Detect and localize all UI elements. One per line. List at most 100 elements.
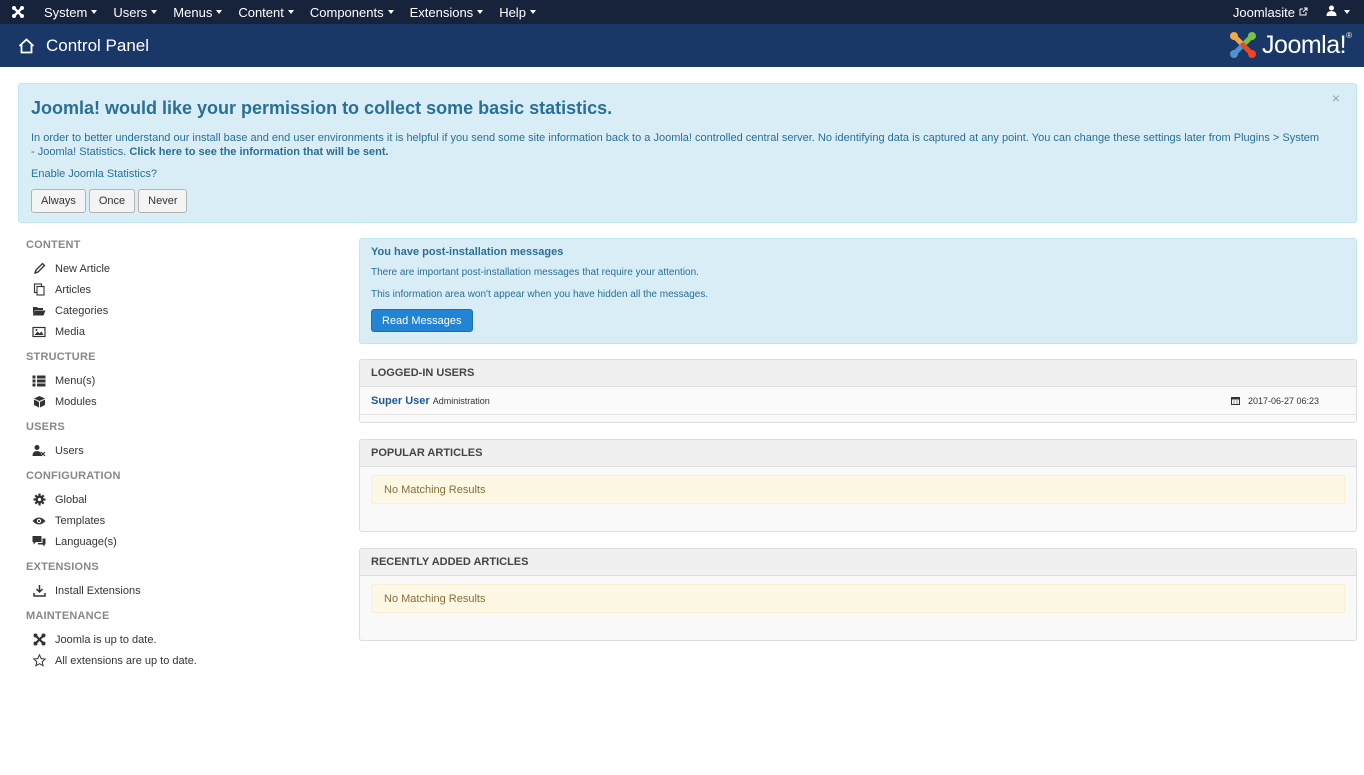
joomla-logo-icon xyxy=(1230,32,1257,58)
joomla-icon[interactable] xyxy=(0,0,36,24)
sidebar-heading: CONFIGURATION xyxy=(26,470,121,482)
sidebar-item-media[interactable]: Media xyxy=(26,321,326,342)
caret-down-icon xyxy=(529,10,536,14)
gear-icon xyxy=(32,493,46,507)
sidebar-item-label: Media xyxy=(55,325,85,338)
sidebar: CONTENT New Article Articles Categories … xyxy=(26,238,326,679)
menu-label: Components xyxy=(309,4,384,20)
sidebar-item-categories[interactable]: Categories xyxy=(26,300,326,321)
sidebar-item-label: Users xyxy=(55,444,84,457)
statistics-title: Joomla! would like your permission to co… xyxy=(31,98,613,118)
sidebar-item-global[interactable]: Global xyxy=(26,489,326,510)
site-label: Joomlasite xyxy=(1232,4,1295,20)
sidebar-item-label: Templates xyxy=(55,514,106,527)
joomla-icon xyxy=(32,633,46,647)
post-installation-title: You have post-installation messages xyxy=(371,246,564,258)
logged-in-users-panel: LOGGED-IN USERS Super User Administratio… xyxy=(359,359,1357,423)
folder-open-icon xyxy=(32,304,46,318)
caret-down-icon xyxy=(216,10,223,14)
sidebar-item-menus[interactable]: Menu(s) xyxy=(26,370,326,391)
registered-mark: ® xyxy=(1346,30,1352,40)
cube-icon xyxy=(32,395,46,409)
sidebar-group-extensions: EXTENSIONS Install Extensions xyxy=(26,560,326,601)
list-icon xyxy=(32,374,46,388)
once-button[interactable]: Once xyxy=(88,189,136,213)
caret-down-icon xyxy=(91,10,98,14)
never-button[interactable]: Never xyxy=(138,189,188,213)
statistics-body: In order to better understand our instal… xyxy=(31,131,1321,159)
sidebar-item-label: Language(s) xyxy=(55,535,117,548)
user-menu[interactable] xyxy=(1318,5,1364,19)
sidebar-heading: MAINTENANCE xyxy=(26,610,110,622)
users-icon xyxy=(32,444,46,458)
copy-icon xyxy=(32,283,46,297)
sidebar-group-content: CONTENT New Article Articles Categories … xyxy=(26,238,326,342)
always-button[interactable]: Always xyxy=(31,189,86,213)
login-date-text: 2017-06-27 06:23 xyxy=(1247,395,1319,406)
sidebar-item-articles[interactable]: Articles xyxy=(26,279,326,300)
menu-extensions[interactable]: Extensions xyxy=(402,0,492,24)
read-messages-button[interactable]: Read Messages xyxy=(371,309,473,332)
external-link-icon xyxy=(1299,7,1308,18)
sidebar-item-templates[interactable]: Templates xyxy=(26,510,326,531)
menu-label: System xyxy=(44,4,88,20)
caret-down-icon xyxy=(151,10,158,14)
sidebar-item-label: Categories xyxy=(55,304,109,317)
image-icon xyxy=(32,325,46,339)
comments-icon xyxy=(32,535,46,549)
user-name-link[interactable]: Super User xyxy=(371,395,430,407)
sidebar-group-users: USERS Users xyxy=(26,420,326,461)
caret-down-icon xyxy=(287,10,294,14)
sidebar-heading: EXTENSIONS xyxy=(26,561,99,573)
sidebar-item-new-article[interactable]: New Article xyxy=(26,258,326,279)
page-header: Control Panel Joomla! ® xyxy=(0,24,1364,67)
user-icon xyxy=(1326,5,1337,19)
caret-down-icon xyxy=(477,10,484,14)
user-role: Administration xyxy=(432,395,490,406)
menu-label: Help xyxy=(499,4,526,20)
close-icon[interactable]: × xyxy=(1332,90,1340,106)
menu-label: Users xyxy=(113,4,148,20)
sidebar-heading: CONTENT xyxy=(26,239,81,251)
home-icon xyxy=(18,37,36,55)
sidebar-item-languages[interactable]: Language(s) xyxy=(26,531,326,552)
brand-text: Joomla! xyxy=(1262,30,1347,59)
menu-help[interactable]: Help xyxy=(491,0,544,24)
sidebar-item-label: Modules xyxy=(55,395,97,408)
post-installation-line: This information area won't appear when … xyxy=(371,289,709,300)
sidebar-item-install-extensions[interactable]: Install Extensions xyxy=(26,580,326,601)
sidebar-item-users[interactable]: Users xyxy=(26,440,326,461)
site-link[interactable]: Joomlasite xyxy=(1223,5,1318,20)
sidebar-heading: USERS xyxy=(26,421,65,433)
menu-content[interactable]: Content xyxy=(230,0,302,24)
menu-system[interactable]: System xyxy=(36,0,105,24)
sidebar-group-structure: STRUCTURE Menu(s) Modules xyxy=(26,350,326,412)
sidebar-item-joomla-update[interactable]: Joomla is up to date. xyxy=(26,629,326,650)
menu-label: Extensions xyxy=(409,4,474,20)
sidebar-heading: STRUCTURE xyxy=(26,351,96,363)
top-navbar: System Users Menus Content Components Ex… xyxy=(0,0,1364,24)
statistics-info-link[interactable]: Click here to see the information that w… xyxy=(129,146,388,158)
menu-menus[interactable]: Menus xyxy=(165,0,230,24)
sidebar-group-configuration: CONFIGURATION Global Templates Language(… xyxy=(26,469,326,552)
caret-down-icon xyxy=(1344,10,1350,14)
menu-users[interactable]: Users xyxy=(105,0,165,24)
panel-heading: POPULAR ARTICLES xyxy=(360,440,1356,467)
sidebar-item-extensions-update[interactable]: All extensions are up to date. xyxy=(26,650,326,671)
menu-components[interactable]: Components xyxy=(302,0,402,24)
login-date: 2017-06-27 06:23 xyxy=(1230,395,1319,406)
sidebar-item-modules[interactable]: Modules xyxy=(26,391,326,412)
statistics-question: Enable Joomla Statistics? xyxy=(31,168,157,180)
eye-icon xyxy=(32,514,46,528)
sidebar-item-label: All extensions are up to date. xyxy=(55,654,197,667)
menu-label: Menus xyxy=(173,4,213,20)
joomla-logo: Joomla! ® xyxy=(1228,30,1352,60)
table-row: Super User Administration 2017-06-27 06:… xyxy=(360,387,1356,415)
no-results-message: No Matching Results xyxy=(371,584,1345,613)
sidebar-item-label: New Article xyxy=(55,262,111,275)
sidebar-group-maintenance: MAINTENANCE Joomla is up to date. All ex… xyxy=(26,609,326,671)
nav-right: Joomlasite xyxy=(1223,0,1364,24)
download-icon xyxy=(32,584,46,598)
statistics-buttons: Always Once Never xyxy=(31,189,1344,213)
panel-heading: RECENTLY ADDED ARTICLES xyxy=(360,549,1356,576)
